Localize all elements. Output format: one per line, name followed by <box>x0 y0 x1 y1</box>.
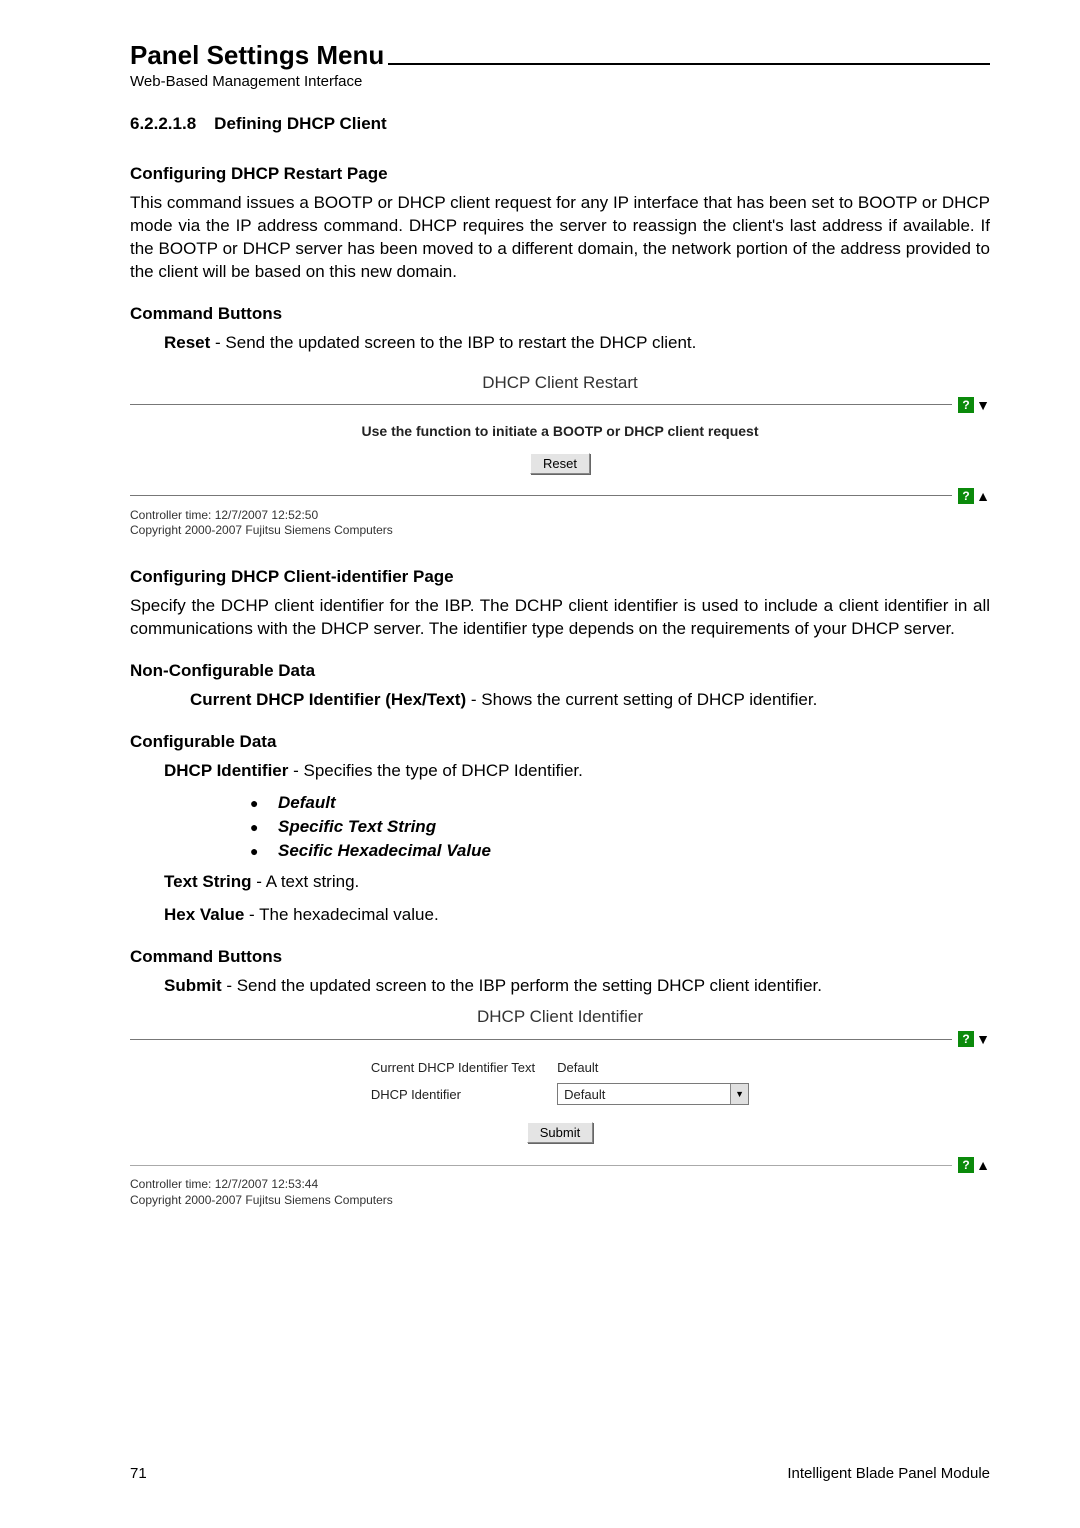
restart-reset-line: Reset - Send the updated screen to the I… <box>164 332 990 355</box>
shot2-top-rule <box>130 1039 952 1040</box>
shot1-top-rule <box>130 404 952 405</box>
header-rule <box>388 63 990 65</box>
ident-cmd-heading: Command Buttons <box>130 947 990 967</box>
hex-value-label: Hex Value <box>164 905 244 924</box>
section-title: Defining DHCP Client <box>214 114 387 133</box>
reset-label: Reset <box>164 333 210 352</box>
help-icon[interactable] <box>958 397 974 413</box>
footer-product: Intelligent Blade Panel Module <box>787 1465 990 1482</box>
identifier-form: Current DHCP Identifier Text Default DHC… <box>359 1055 761 1110</box>
text-string-label: Text String <box>164 872 252 891</box>
dhcp-restart-screenshot: DHCP Client Restart ▼ Use the function t… <box>130 373 990 539</box>
shot1-hint: Use the function to initiate a BOOTP or … <box>130 423 990 439</box>
text-string-desc: - A text string. <box>252 872 360 891</box>
cfg-heading: Configurable Data <box>130 732 990 752</box>
select-value: Default <box>558 1087 730 1102</box>
restart-cmd-heading: Command Buttons <box>130 304 990 324</box>
help-icon[interactable] <box>958 1031 974 1047</box>
noncfg-heading: Non-Configurable Data <box>130 661 990 681</box>
reset-desc: - Send the updated screen to the IBP to … <box>210 333 696 352</box>
shot2-copyright: Copyright 2000-2007 Fujitsu Siemens Comp… <box>130 1193 990 1209</box>
identifier-options-list: Default Specific Text String Secific Hex… <box>250 793 990 861</box>
row2-label: DHCP Identifier <box>361 1080 545 1108</box>
dhcp-id-label: DHCP Identifier <box>164 761 288 780</box>
page-header-title: Panel Settings Menu <box>130 40 384 71</box>
arrow-down-icon[interactable]: ▼ <box>976 1031 990 1047</box>
current-ident-desc: - Shows the current setting of DHCP iden… <box>466 690 817 709</box>
shot2-controller-time: Controller time: 12/7/2007 12:53:44 <box>130 1177 990 1193</box>
section-number: 6.2.2.1.8 <box>130 114 196 133</box>
hex-value-line: Hex Value - The hexadecimal value. <box>164 904 990 927</box>
help-icon[interactable] <box>958 488 974 504</box>
help-icon[interactable] <box>958 1157 974 1173</box>
arrow-up-icon[interactable]: ▲ <box>976 1157 990 1173</box>
shot1-copyright: Copyright 2000-2007 Fujitsu Siemens Comp… <box>130 523 990 539</box>
page-number: 71 <box>130 1465 147 1482</box>
reset-button[interactable]: Reset <box>530 453 590 474</box>
shot2-bottom-rule <box>130 1165 952 1166</box>
dhcp-id-desc: - Specifies the type of DHCP Identifier. <box>288 761 583 780</box>
shot1-controller-time: Controller time: 12/7/2007 12:52:50 <box>130 508 990 524</box>
submit-line: Submit - Send the updated screen to the … <box>164 975 990 998</box>
table-row: Current DHCP Identifier Text Default <box>361 1057 759 1078</box>
row1-label: Current DHCP Identifier Text <box>361 1057 545 1078</box>
submit-label: Submit <box>164 976 222 995</box>
row1-value: Default <box>547 1057 759 1078</box>
hex-value-desc: - The hexadecimal value. <box>244 905 438 924</box>
chevron-down-icon[interactable]: ▼ <box>730 1084 748 1104</box>
dhcp-identifier-select[interactable]: Default ▼ <box>557 1083 749 1105</box>
ident-heading: Configuring DHCP Client-identifier Page <box>130 567 990 587</box>
list-item: Specific Text String <box>250 817 990 837</box>
table-row: DHCP Identifier Default ▼ <box>361 1080 759 1108</box>
submit-desc: - Send the updated screen to the IBP per… <box>222 976 822 995</box>
dhcp-identifier-screenshot: DHCP Client Identifier ▼ Current DHCP Id… <box>130 1007 990 1208</box>
arrow-up-icon[interactable]: ▲ <box>976 488 990 504</box>
submit-button[interactable]: Submit <box>527 1122 593 1143</box>
ident-paragraph: Specify the DCHP client identifier for t… <box>130 595 990 641</box>
section-number-heading: 6.2.2.1.8 Defining DHCP Client <box>130 114 990 134</box>
current-ident-label: Current DHCP Identifier (Hex/Text) <box>190 690 466 709</box>
list-item: Secific Hexadecimal Value <box>250 841 990 861</box>
shot1-bottom-rule <box>130 495 952 496</box>
page-footer: 71 Intelligent Blade Panel Module <box>130 1465 990 1482</box>
shot2-title: DHCP Client Identifier <box>130 1007 990 1027</box>
text-string-line: Text String - A text string. <box>164 871 990 894</box>
page-header-subtitle: Web-Based Management Interface <box>130 73 990 90</box>
restart-heading: Configuring DHCP Restart Page <box>130 164 990 184</box>
list-item: Default <box>250 793 990 813</box>
arrow-down-icon[interactable]: ▼ <box>976 397 990 413</box>
dhcp-id-line: DHCP Identifier - Specifies the type of … <box>164 760 990 783</box>
current-ident-line: Current DHCP Identifier (Hex/Text) - Sho… <box>190 689 990 712</box>
shot1-title: DHCP Client Restart <box>130 373 990 393</box>
restart-paragraph: This command issues a BOOTP or DHCP clie… <box>130 192 990 284</box>
